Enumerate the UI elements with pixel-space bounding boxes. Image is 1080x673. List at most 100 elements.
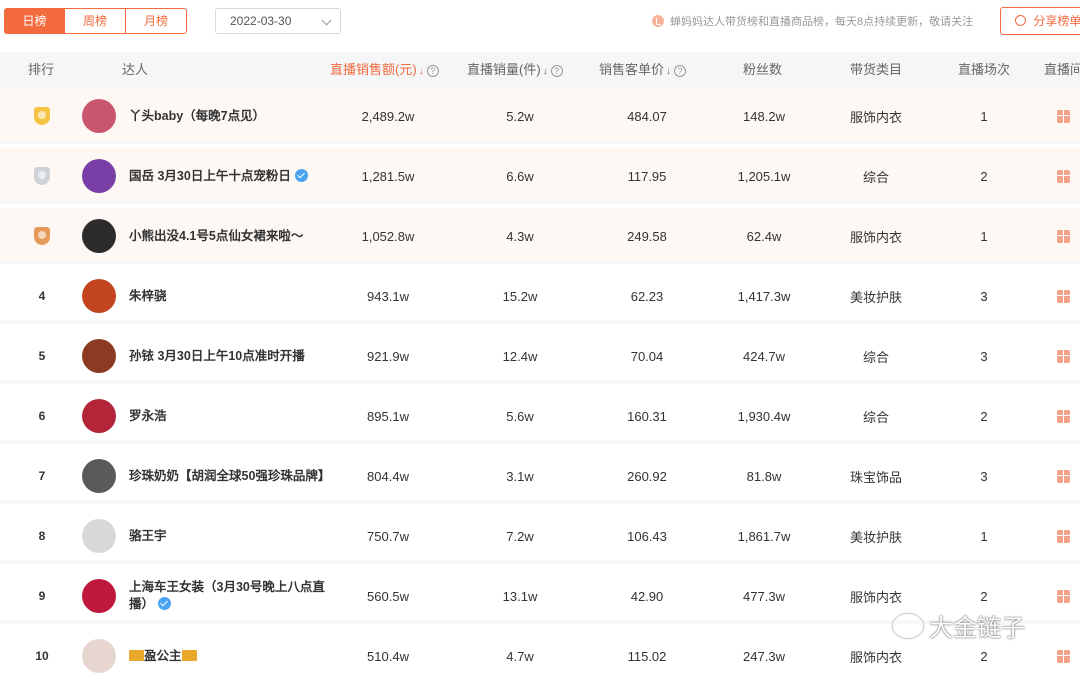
avatar[interactable] bbox=[82, 628, 116, 673]
category-value: 综合 bbox=[862, 409, 889, 425]
talent-name[interactable]: 孙铱 3月30日上午10点准时开播 bbox=[129, 328, 329, 384]
rank-number: 4 bbox=[38, 289, 46, 303]
avatar[interactable] bbox=[82, 508, 116, 564]
column-fans[interactable]: 粉丝数 bbox=[743, 52, 782, 88]
live-room-cell[interactable] bbox=[1057, 628, 1071, 673]
avatar[interactable] bbox=[82, 148, 116, 204]
talent-name[interactable]: 国岳 3月30日上午十点宠粉日 bbox=[129, 148, 329, 204]
price-value: 249.58 bbox=[627, 228, 667, 244]
rank-cell bbox=[28, 208, 56, 264]
table-row[interactable]: 5 孙铱 3月30日上午10点准时开播 921.9w 12.4w 70.04 424.7w… bbox=[0, 328, 1080, 384]
avatar[interactable] bbox=[82, 88, 116, 144]
avatar-image bbox=[82, 279, 116, 313]
table-row[interactable]: 6 罗永浩 895.1w 5.6w 160.31 1,930.4w 综合 2 bbox=[0, 388, 1080, 444]
avatar-image bbox=[82, 159, 116, 193]
gift-icon[interactable] bbox=[1057, 229, 1070, 243]
talent-name-text: 国岳 3月30日上午十点宠粉日 bbox=[129, 168, 291, 183]
sales-value: 1,052.8w bbox=[361, 228, 415, 244]
column-rank: 排行 bbox=[28, 62, 55, 77]
avatar[interactable] bbox=[82, 328, 116, 384]
gift-icon[interactable] bbox=[1057, 649, 1070, 663]
column-price[interactable]: 销售客单价 ↓? bbox=[599, 52, 687, 88]
sort-icon: ↓ bbox=[542, 66, 548, 77]
talent-name[interactable]: 骆王宇 bbox=[129, 508, 329, 564]
quantity-value: 5.6w bbox=[506, 408, 534, 424]
bronze-medal-icon bbox=[34, 227, 50, 245]
live-room-cell[interactable] bbox=[1057, 88, 1071, 144]
talent-name[interactable]: 丫头baby（每晚7点见） bbox=[129, 88, 329, 144]
talent-name[interactable]: 盈公主 bbox=[129, 628, 329, 673]
table-row[interactable]: 7 珍珠奶奶【胡润全球50强珍珠品牌】 804.4w 3.1w 260.92 81.8w 珠… bbox=[0, 448, 1080, 504]
live-times-value: 2 bbox=[980, 168, 988, 184]
table-row[interactable]: 4 朱梓骁 943.1w 15.2w 62.23 1,417.3w 美妆护肤 3 bbox=[0, 268, 1080, 324]
live-room-cell[interactable] bbox=[1057, 208, 1071, 264]
help-icon[interactable]: ? bbox=[674, 65, 687, 77]
column-quantity[interactable]: 直播销量(件) ↓? bbox=[467, 52, 563, 88]
live-room-cell[interactable] bbox=[1057, 328, 1071, 384]
live-room-cell[interactable] bbox=[1057, 508, 1071, 564]
gift-icon[interactable] bbox=[1057, 469, 1070, 483]
share-button[interactable]: 分享榜单 bbox=[1000, 7, 1080, 35]
column-times[interactable]: 直播场次 bbox=[958, 52, 1010, 88]
gift-icon[interactable] bbox=[1057, 169, 1070, 183]
table-row[interactable]: 国岳 3月30日上午十点宠粉日 1,281.5w 6.6w 117.95 1,205.1… bbox=[0, 148, 1080, 204]
avatar[interactable] bbox=[82, 568, 116, 624]
silver-medal-icon bbox=[34, 167, 50, 185]
quantity-value: 3.1w bbox=[506, 468, 534, 484]
gift-icon[interactable] bbox=[1057, 289, 1070, 303]
table-row[interactable]: 丫头baby（每晚7点见） 2,489.2w 5.2w 484.07 148.2w 服饰内… bbox=[0, 88, 1080, 144]
avatar[interactable] bbox=[82, 268, 116, 324]
avatar-image bbox=[82, 219, 116, 253]
live-room-cell[interactable] bbox=[1057, 148, 1071, 204]
column-sales[interactable]: 直播销售额(元) ↓? bbox=[330, 52, 439, 88]
gift-icon[interactable] bbox=[1057, 589, 1070, 603]
quantity-value: 4.3w bbox=[506, 228, 534, 244]
live-room-cell[interactable] bbox=[1057, 388, 1071, 444]
share-icon bbox=[1015, 15, 1026, 26]
tab-monthly[interactable]: 月榜 bbox=[126, 8, 187, 34]
sort-icon: ↓ bbox=[666, 66, 672, 77]
avatar-image bbox=[82, 339, 116, 373]
help-icon[interactable]: ? bbox=[550, 65, 563, 77]
quantity-value: 5.2w bbox=[506, 108, 534, 124]
table-row[interactable]: 8 骆王宇 750.7w 7.2w 106.43 1,861.7w 美妆护肤 1 bbox=[0, 508, 1080, 564]
help-icon[interactable]: ? bbox=[426, 65, 439, 77]
live-room-cell[interactable] bbox=[1057, 448, 1071, 504]
top-bar: 日榜 周榜 月榜 2022-03-30 蝉妈妈达人带货榜和直播商品榜，每天8点持… bbox=[0, 0, 1080, 46]
live-times-value: 1 bbox=[980, 528, 988, 544]
talent-name[interactable]: 上海车王女装（3月30号晚上八点直播） bbox=[129, 568, 329, 624]
price-value: 160.31 bbox=[627, 408, 667, 424]
date-picker[interactable]: 2022-03-30 bbox=[215, 8, 341, 34]
live-room-cell[interactable] bbox=[1057, 268, 1071, 324]
rank-cell bbox=[28, 148, 56, 204]
column-price-label: 销售客单价 bbox=[599, 62, 665, 77]
avatar[interactable] bbox=[82, 388, 116, 444]
talent-name-text: 盈公主 bbox=[144, 648, 182, 663]
talent-name[interactable]: 珍珠奶奶【胡润全球50强珍珠品牌】 bbox=[129, 448, 330, 504]
quantity-value: 13.1w bbox=[502, 588, 538, 604]
watermark: 大金链子 bbox=[893, 608, 1025, 643]
rank-cell bbox=[28, 88, 56, 144]
talent-name[interactable]: 朱梓骁 bbox=[129, 268, 329, 324]
avatar-image bbox=[82, 639, 116, 673]
talent-name[interactable]: 小熊出没4.1号5点仙女裙来啦～ bbox=[129, 208, 329, 264]
gold-medal-icon bbox=[34, 107, 50, 125]
sales-value: 921.9w bbox=[367, 348, 409, 364]
notice-text: 蝉妈妈达人带货榜和直播商品榜，每天8点持续更新，敬请关注 bbox=[670, 16, 974, 28]
tab-daily[interactable]: 日榜 bbox=[4, 8, 65, 34]
price-value: 106.43 bbox=[627, 528, 667, 544]
live-times-value: 1 bbox=[980, 108, 988, 124]
chevron-down-icon bbox=[321, 15, 332, 26]
avatar[interactable] bbox=[82, 448, 116, 504]
tab-weekly[interactable]: 周榜 bbox=[65, 8, 126, 34]
gift-icon[interactable] bbox=[1057, 529, 1070, 543]
column-category: 带货类目 bbox=[850, 62, 903, 77]
gift-icon[interactable] bbox=[1057, 349, 1070, 363]
share-label: 分享榜单 bbox=[1033, 14, 1080, 28]
gift-icon[interactable] bbox=[1057, 409, 1070, 423]
live-room-cell[interactable] bbox=[1057, 568, 1071, 624]
gift-icon[interactable] bbox=[1057, 109, 1070, 123]
avatar[interactable] bbox=[82, 208, 116, 264]
talent-name[interactable]: 罗永浩 bbox=[129, 388, 329, 444]
table-row[interactable]: 小熊出没4.1号5点仙女裙来啦～ 1,052.8w 4.3w 249.58 62.4w 服… bbox=[0, 208, 1080, 264]
